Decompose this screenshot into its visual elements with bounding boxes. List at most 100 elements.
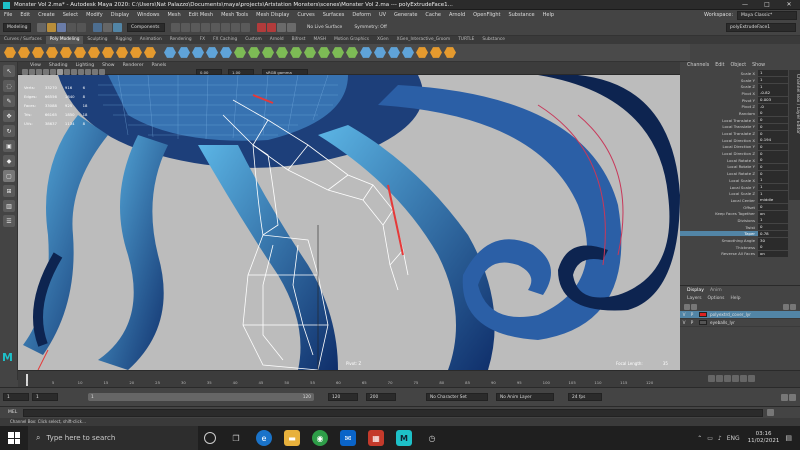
channel-row[interactable]: Scale X1 (680, 70, 800, 77)
auto-map-icon[interactable] (388, 47, 400, 58)
layer-row[interactable]: V Ppolyextrd_cover_lyr (680, 311, 800, 319)
menu-item-display[interactable]: Display (107, 12, 133, 18)
channel-name[interactable]: Twist (680, 225, 758, 230)
play-back-icon[interactable] (724, 375, 731, 382)
maya-taskbar-icon[interactable]: M (396, 430, 412, 446)
persp-outliner-layout-icon[interactable]: ▥ (3, 200, 15, 212)
channel-row[interactable]: Pivot Y 0.003 (680, 97, 800, 104)
channel-value[interactable]: 1 (758, 177, 788, 184)
menu-item-mesh-display[interactable]: Mesh Display (252, 12, 293, 18)
channel-row[interactable]: Pivot X -0.82 (680, 90, 800, 97)
close-button[interactable]: ✕ (778, 0, 800, 10)
snap-curve-icon[interactable] (221, 23, 230, 32)
layer-row[interactable]: V Peyeballs_lyr (680, 319, 800, 327)
maximize-button[interactable]: □ (756, 0, 778, 10)
menu-item-edit-mesh[interactable]: Edit Mesh (185, 12, 217, 18)
channel-name[interactable]: Thickness (680, 245, 758, 250)
hypershade-icon[interactable] (287, 23, 296, 32)
append-icon[interactable] (276, 47, 288, 58)
start-time-field[interactable]: 1 (3, 393, 29, 401)
channel-row[interactable]: Random 0 (680, 110, 800, 117)
mask-uv-icon[interactable] (201, 23, 210, 32)
channel-name[interactable]: Taper (680, 231, 758, 237)
menu-item-generate[interactable]: Generate (390, 12, 421, 18)
channel-row[interactable]: Local Direction Z0 (680, 150, 800, 157)
live-surface-label[interactable]: No Live Surface (307, 25, 342, 30)
mirror-icon[interactable] (220, 47, 232, 58)
menu-item-substance[interactable]: Substance (504, 12, 538, 18)
planar-map-icon[interactable] (374, 47, 386, 58)
playback-start-field[interactable]: 1 (32, 393, 58, 401)
snap-point-icon[interactable] (231, 23, 240, 32)
sphere-icon[interactable] (4, 47, 16, 58)
channel-value[interactable]: 0 (758, 150, 788, 157)
isolate-select-icon[interactable] (85, 68, 91, 75)
channel-value[interactable]: 1 (758, 217, 788, 224)
go-to-end-icon[interactable] (748, 375, 755, 382)
play-forward-icon[interactable] (732, 375, 739, 382)
taskbar-search[interactable]: ⌕ Type here to search (28, 426, 198, 450)
lasso-tool-icon[interactable]: ◌ (3, 80, 15, 92)
channel-name[interactable]: Offset (680, 205, 758, 210)
channel-row[interactable]: Local Rotate Z0 (680, 170, 800, 177)
channel-value[interactable]: 0.78 (758, 230, 788, 237)
layer-move-down-icon[interactable] (691, 303, 697, 310)
windows-start-icon[interactable] (8, 432, 20, 444)
notification-icon[interactable]: ▤ (785, 434, 792, 442)
channel-value[interactable]: on (758, 210, 788, 217)
channel-value[interactable]: 0 (758, 244, 788, 251)
task-view-icon[interactable]: ❐ (228, 430, 244, 446)
pipe-icon[interactable] (116, 47, 128, 58)
channel-name[interactable]: Local Translate X (680, 118, 758, 123)
mel-label[interactable]: MEL (8, 410, 17, 415)
channel-row[interactable]: Keep Faces Together on (680, 210, 800, 217)
colorspace-dropdown[interactable]: sRGB gamma (262, 68, 308, 75)
undo-icon[interactable] (67, 23, 76, 32)
mel-input[interactable] (23, 408, 764, 417)
four-view-layout-icon[interactable]: ⊞ (3, 185, 15, 197)
cone-icon[interactable] (46, 47, 58, 58)
new-layer-selected-icon[interactable] (790, 303, 796, 310)
channel-row[interactable]: Local Direction X 0.194 (680, 137, 800, 144)
channel-row[interactable]: Local Center middle (680, 197, 800, 204)
channel-name[interactable]: Pivot X (680, 91, 758, 96)
menu-item-file[interactable]: File (0, 12, 16, 18)
mask-edge-icon[interactable] (181, 23, 190, 32)
channel-value[interactable]: 0.003 (758, 97, 788, 104)
channel-row[interactable]: Scale Z1 (680, 83, 800, 90)
cube-icon[interactable] (18, 47, 30, 58)
channel-row[interactable]: Local Rotate X0 (680, 157, 800, 164)
channel-row[interactable]: Local Translate X0 (680, 117, 800, 124)
outliner-icon[interactable]: ☰ (3, 215, 15, 227)
go-to-start-icon[interactable] (708, 375, 715, 382)
connect-icon[interactable] (332, 47, 344, 58)
wireframe-icon[interactable] (50, 68, 56, 75)
channel-row[interactable]: Local Scale X1 (680, 177, 800, 184)
channel-row[interactable]: Offset 0 (680, 204, 800, 211)
channel-value[interactable]: 0 (758, 170, 788, 177)
single-perspective-layout-icon[interactable]: ▢ (3, 170, 15, 182)
channel-name[interactable]: Local Direction Z (680, 151, 758, 156)
shelf-tab-substance[interactable]: Substance (478, 36, 508, 44)
channel-name[interactable]: Pivot Y (680, 98, 758, 103)
channel-row[interactable]: Local Translate Y0 (680, 123, 800, 131)
panel-menu-lighting[interactable]: Lighting (72, 63, 99, 68)
channel-value[interactable]: 0 (758, 143, 788, 150)
language-indicator[interactable]: ENG (727, 435, 740, 442)
gamma-field[interactable]: 1.00 (228, 68, 254, 75)
channel-row[interactable]: Reverse All Faces on (680, 250, 800, 258)
platonic-icon[interactable] (102, 47, 114, 58)
fps-dropdown[interactable]: 24 fps (568, 393, 602, 401)
menu-item-openflight[interactable]: OpenFlight (469, 12, 504, 18)
channel-name[interactable]: Scale Y (680, 78, 758, 83)
shadows-icon[interactable] (78, 68, 84, 75)
layer-playback-toggle[interactable]: P (688, 320, 696, 325)
disc-icon[interactable] (88, 47, 100, 58)
channel-value[interactable]: 1 (758, 70, 788, 77)
viewport[interactable]: Verts: 33270 916 6 Edges: 66556 1840 8 Faces: 330… (18, 75, 680, 370)
layer-menu-help[interactable]: Help (727, 296, 743, 301)
channel-value[interactable]: 30 (758, 237, 788, 244)
smooth-shade-icon[interactable] (57, 68, 63, 75)
channel-name[interactable]: Scale Z (680, 84, 758, 89)
menu-item-modify[interactable]: Modify (82, 12, 107, 18)
